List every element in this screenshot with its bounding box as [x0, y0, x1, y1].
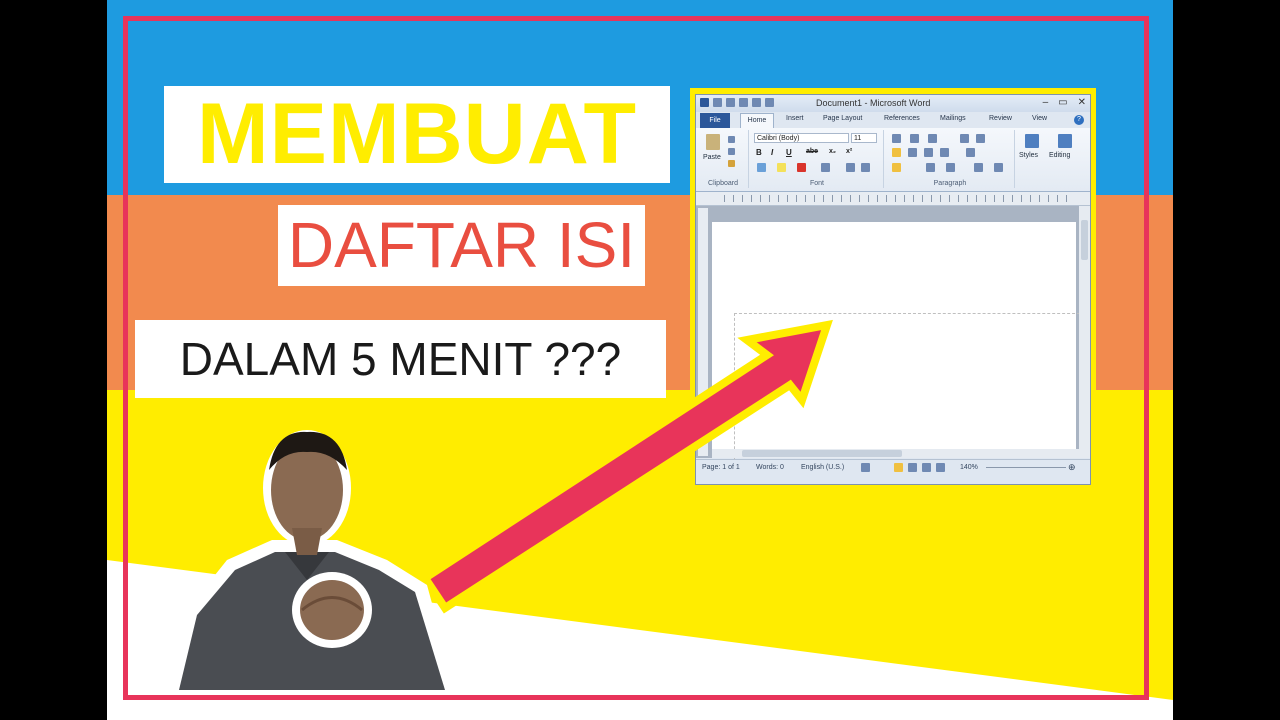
thumbnail-canvas: MEMBUAT DAFTAR ISI DALAM 5 MENIT ??? Doc…: [107, 0, 1173, 720]
red-frame: [123, 16, 1149, 700]
